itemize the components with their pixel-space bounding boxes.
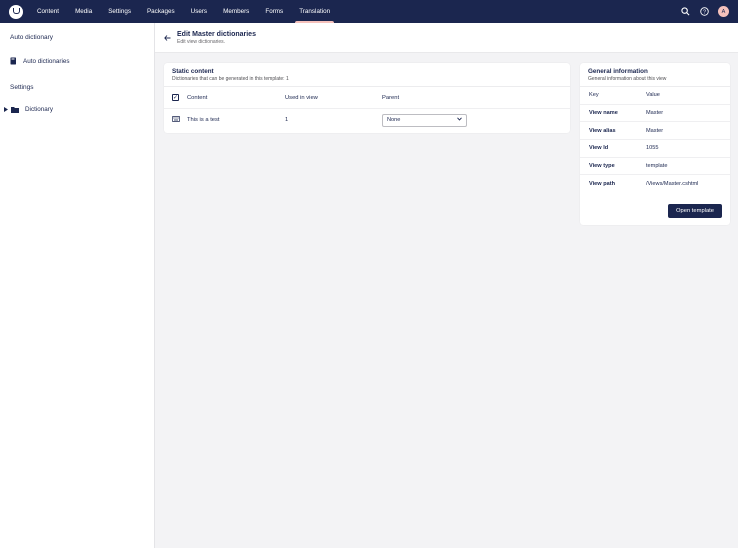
search-icon[interactable] <box>680 7 690 17</box>
sidebar-item-label: Dictionary <box>25 105 53 113</box>
info-row: View path /Views/Master.cshtml <box>580 175 730 193</box>
open-template-button[interactable]: Open template <box>668 204 722 218</box>
sidebar-section-auto-dictionary: Auto dictionary <box>10 34 53 41</box>
nav-tools: ? A <box>680 0 729 23</box>
sidebar-item-label: Auto dictionaries <box>23 57 70 65</box>
column-header-parent: Parent <box>382 94 400 101</box>
top-navigation: Content Media Settings Packages Users Me… <box>0 0 738 23</box>
info-value: /Views/Master.cshtml <box>646 181 699 188</box>
sidebar-item-dictionary[interactable]: Dictionary <box>0 97 154 121</box>
folder-icon <box>11 106 19 113</box>
page-subtitle: Edit view dictionaries. <box>177 38 226 45</box>
key-header: Key <box>589 92 599 99</box>
nav-item-media[interactable]: Media <box>67 0 100 23</box>
help-icon[interactable]: ? <box>699 7 709 17</box>
nav-item-settings[interactable]: Settings <box>100 0 139 23</box>
parent-select-value: None <box>387 117 401 123</box>
nav-item-translation[interactable]: Translation <box>291 0 338 23</box>
select-all-checkbox[interactable]: ✓ <box>172 94 179 101</box>
keyboard-icon <box>171 116 180 124</box>
sidebar-section-settings: Settings <box>10 84 34 91</box>
info-row: View type template <box>580 158 730 176</box>
value-header: Value <box>646 92 660 99</box>
chevron-down-icon <box>457 117 462 123</box>
info-row: View alias Master <box>580 122 730 141</box>
nav-item-forms[interactable]: Forms <box>257 0 291 23</box>
sidebar: Auto dictionary Auto dictionaries Settin… <box>0 23 155 548</box>
card-header: General information General information … <box>580 63 730 87</box>
info-key: View path <box>589 181 616 188</box>
info-key: View name <box>589 110 618 117</box>
main-content: Edit Master dictionaries Edit view dicti… <box>155 23 738 548</box>
page-header: Edit Master dictionaries Edit view dicti… <box>155 23 738 53</box>
info-key: View type <box>589 163 615 170</box>
page-title: Edit Master dictionaries <box>177 30 256 38</box>
book-icon <box>10 57 17 65</box>
card-title: General information <box>588 68 648 75</box>
info-row: View name Master <box>580 105 730 123</box>
info-value: template <box>646 163 668 170</box>
table-header-row: ✓ Content Used in view Parent <box>164 87 570 109</box>
nav-item-members[interactable]: Members <box>215 0 257 23</box>
row-used-in-view: 1 <box>285 117 289 123</box>
nav-item-content[interactable]: Content <box>29 0 67 23</box>
umbraco-logo-icon[interactable] <box>9 4 23 19</box>
info-key: View alias <box>589 127 616 134</box>
info-value: Master <box>646 127 664 134</box>
column-header-content: Content <box>187 94 208 101</box>
info-key: View Id <box>589 145 609 152</box>
general-information-card: General information General information … <box>580 63 730 225</box>
static-content-card: Static content Dictionaries that can be … <box>164 63 570 133</box>
card-description: General information about this view <box>588 76 667 82</box>
row-content: This is a test <box>187 117 220 123</box>
table-row[interactable]: This is a test 1 None <box>164 109 570 131</box>
back-arrow-icon[interactable] <box>164 34 174 41</box>
info-value: 1055 <box>646 145 659 152</box>
card-title: Static content <box>172 68 214 75</box>
caret-right-icon[interactable] <box>4 106 8 112</box>
nav-item-users[interactable]: Users <box>183 0 215 23</box>
column-header-used-in-view: Used in view <box>285 94 318 101</box>
sidebar-item-auto-dictionaries[interactable]: Auto dictionaries <box>0 49 154 73</box>
parent-select[interactable]: None <box>382 113 467 127</box>
info-value: Master <box>646 110 664 117</box>
nav-item-packages[interactable]: Packages <box>139 0 183 23</box>
user-avatar[interactable]: A <box>718 6 729 17</box>
card-description: Dictionaries that can be generated in th… <box>172 76 289 82</box>
svg-text:?: ? <box>703 9 706 15</box>
info-row: View Id 1055 <box>580 140 730 158</box>
info-header-row: Key Value <box>580 87 730 105</box>
card-header: Static content Dictionaries that can be … <box>164 63 570 87</box>
